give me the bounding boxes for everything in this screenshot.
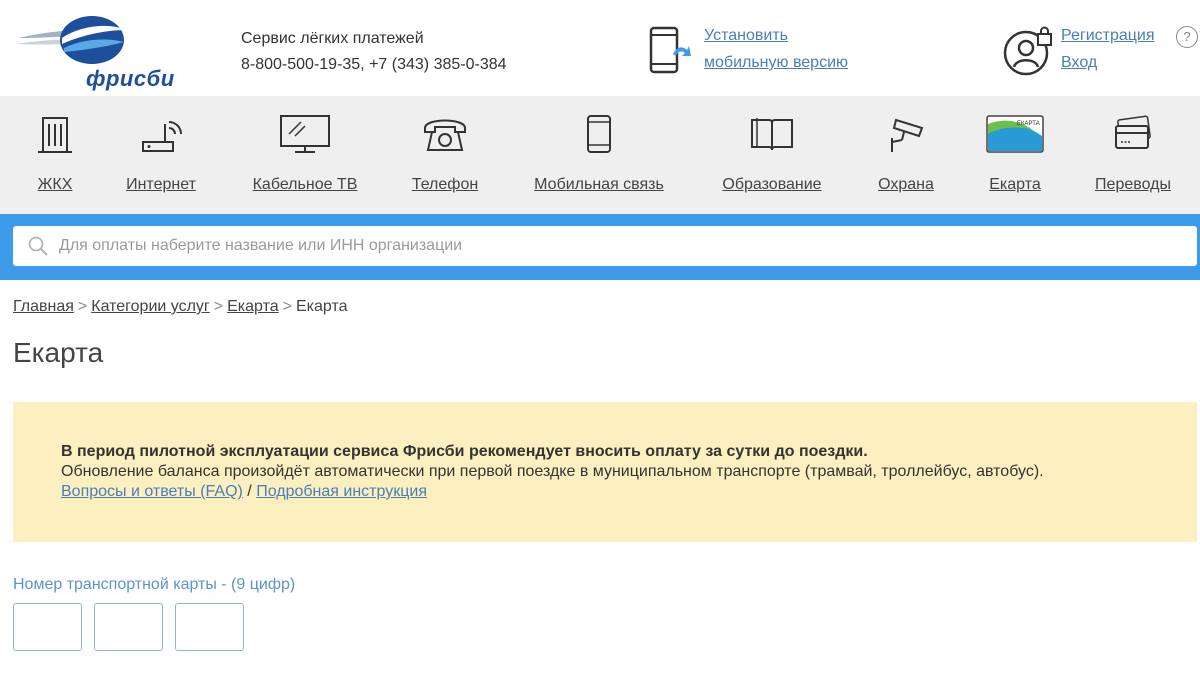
book-icon (751, 118, 793, 151)
mobile-app-icon[interactable] (647, 26, 693, 74)
category-label: Интернет (126, 176, 196, 193)
breadcrumb-home[interactable]: Главная (13, 298, 74, 315)
category-nav: ЖКХ Интернет Кабельное ТВ Телефон Мобиль… (0, 96, 1200, 214)
category-zhkh[interactable]: ЖКХ (20, 96, 90, 214)
breadcrumb: Главная > Категории услуг > Екарта > Екарта (13, 298, 347, 316)
instruction-link[interactable]: Подробная инструкция (256, 483, 427, 500)
breadcrumb-separator: > (213, 298, 224, 315)
card-number-input-3[interactable] (175, 603, 244, 651)
breadcrumb-separator: > (282, 298, 292, 315)
register-link[interactable]: Регистрация (1061, 22, 1155, 49)
tv-icon (280, 115, 330, 153)
credit-card-icon (1115, 115, 1151, 149)
category-label: Мобильная связь (534, 176, 664, 193)
logo-text: фрисби (86, 66, 175, 91)
card-number-input-1[interactable] (13, 603, 82, 651)
install-link[interactable]: Установить (704, 22, 848, 49)
mobile-phone-icon (587, 115, 611, 153)
breadcrumb-current: Екарта (295, 298, 348, 315)
category-cable-tv[interactable]: Кабельное ТВ (245, 96, 365, 214)
service-title: Сервис лёгких платежей (241, 30, 424, 47)
notice-slash: / (242, 483, 257, 500)
breadcrumb-separator: > (77, 298, 88, 315)
category-label: Охрана (878, 176, 934, 193)
category-transfers[interactable]: Переводы (1088, 96, 1178, 214)
header: фрисби Сервис лёгких платежей 8-800-500-… (0, 0, 1200, 96)
mobile-version-link[interactable]: мобильную версию (704, 49, 848, 76)
telephone-icon (424, 119, 466, 151)
faq-link[interactable]: Вопросы и ответы (FAQ) (61, 483, 243, 500)
card-number-input-2[interactable] (94, 603, 163, 651)
category-education[interactable]: Образование (712, 96, 832, 214)
router-icon (142, 121, 182, 152)
category-security[interactable]: Охрана (870, 96, 942, 214)
notice-text: Обновление баланса произойдёт автоматиче… (61, 463, 1044, 480)
category-label: Образование (722, 176, 822, 193)
notice-bold-text: В период пилотной эксплуатации сервиса Ф… (61, 443, 868, 460)
security-camera-icon (891, 118, 924, 152)
category-internet[interactable]: Интернет (118, 96, 204, 214)
login-link[interactable]: Вход (1061, 49, 1155, 76)
service-phones: 8-800-500-19-35, +7 (343) 385-0-384 (241, 56, 507, 73)
logo[interactable]: фрисби (14, 8, 174, 91)
service-info: Сервис лёгких платежей 8-800-500-19-35, … (241, 26, 507, 78)
category-telephone[interactable]: Телефон (405, 96, 485, 214)
search-icon (28, 236, 48, 256)
building-icon (38, 117, 72, 153)
card-number-label: Номер транспортной карты - (9 цифр) (13, 576, 296, 593)
breadcrumb-ekarta[interactable]: Екарта (227, 298, 279, 315)
category-label: Екарта (989, 176, 1041, 193)
ekarta-card-icon: ЕКАРТА (986, 115, 1044, 153)
category-label: Кабельное ТВ (252, 176, 358, 193)
category-label: Телефон (411, 176, 479, 193)
notice-content: В период пилотной эксплуатации сервиса Ф… (61, 442, 1044, 502)
category-label: Переводы (1095, 176, 1171, 193)
ekarta-card-text: ЕКАРТА (1017, 121, 1040, 127)
frisbee-logo-icon (16, 16, 126, 64)
notice-links: Вопросы и ответы (FAQ) / Подробная инстр… (61, 482, 1044, 502)
category-mobile[interactable]: Мобильная связь (525, 96, 673, 214)
breadcrumb-categories[interactable]: Категории услуг (91, 298, 210, 315)
user-lock-icon[interactable] (1003, 26, 1055, 76)
category-label: ЖКХ (37, 176, 73, 193)
auth-links: Регистрация Вход (1061, 22, 1155, 76)
search-box (13, 226, 1197, 266)
search-input[interactable] (59, 226, 1179, 266)
help-icon[interactable]: ? (1176, 26, 1198, 48)
notice-box: В период пилотной эксплуатации сервиса Ф… (13, 402, 1197, 542)
page-title: Екарта (13, 337, 104, 368)
search-band (0, 214, 1200, 280)
install-app: Установить мобильную версию (704, 22, 848, 76)
category-ekarta[interactable]: ЕКАРТА Екарта (980, 96, 1050, 214)
